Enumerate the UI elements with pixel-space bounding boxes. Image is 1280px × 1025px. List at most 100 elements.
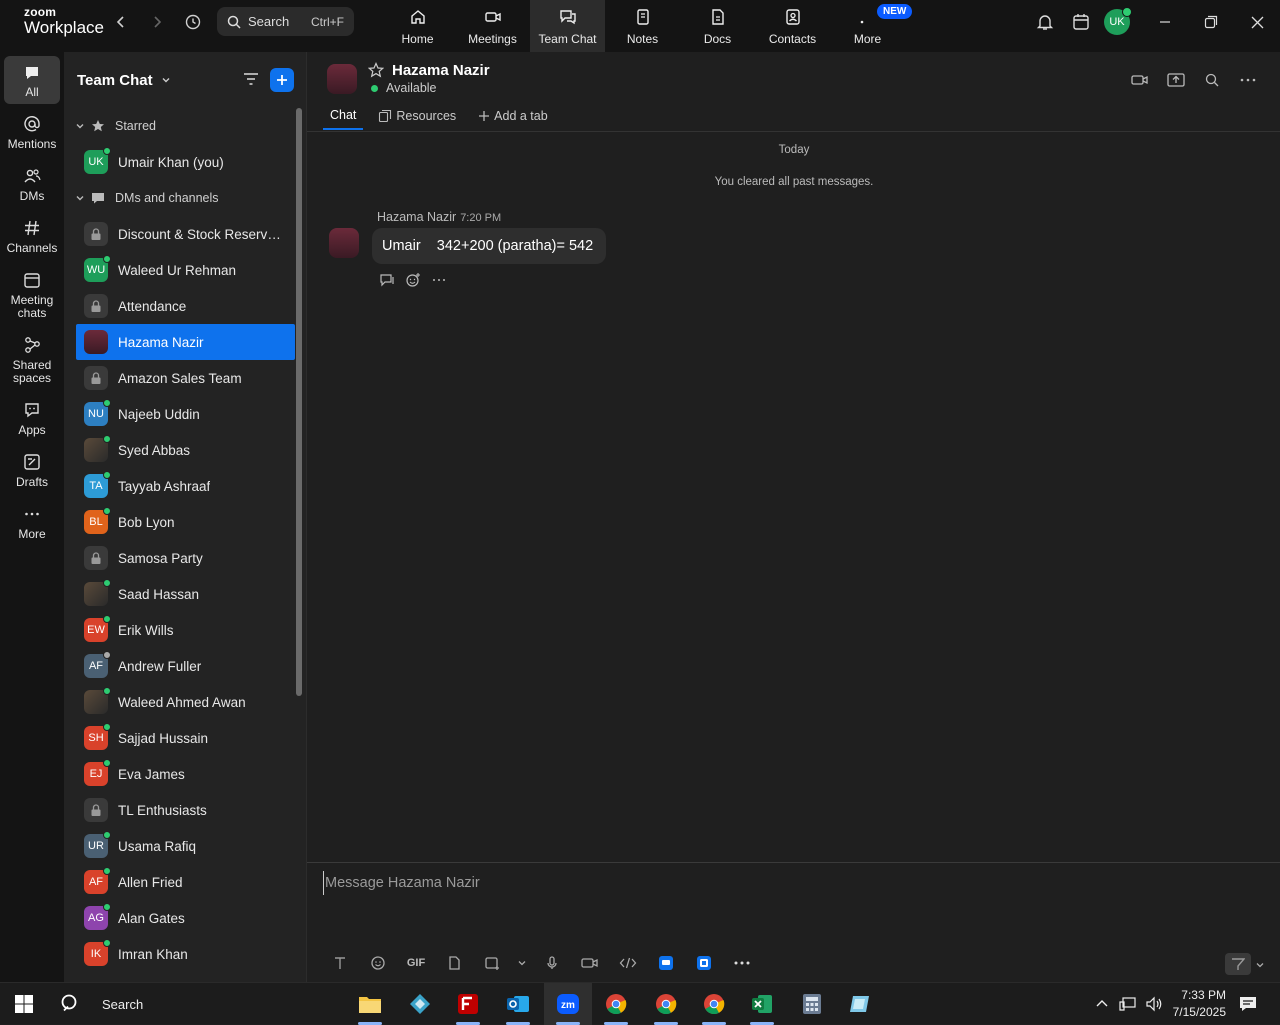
more-options-icon[interactable] — [723, 955, 761, 971]
nav-team-chat[interactable]: Team Chat — [530, 0, 605, 52]
rail-more[interactable]: More — [4, 504, 60, 541]
nav-contacts[interactable]: Contacts — [755, 0, 830, 52]
notification-center-icon[interactable] — [1238, 994, 1258, 1014]
new-chat-button[interactable] — [270, 68, 294, 92]
rail-dms[interactable]: DMs — [4, 166, 60, 203]
avatar[interactable] — [329, 228, 359, 258]
list-item[interactable]: Attendance — [64, 288, 295, 324]
list-item[interactable]: Saad Hassan — [64, 576, 295, 612]
emoji-reaction-icon[interactable] — [405, 272, 421, 288]
tab-add[interactable]: Add a tab — [471, 108, 555, 130]
chevron-down-icon[interactable] — [1255, 960, 1265, 970]
rail-mentions[interactable]: Mentions — [4, 114, 60, 151]
list-item[interactable]: UR Usama Rafiq — [64, 828, 295, 864]
list-item[interactable]: Hazama Nazir — [76, 324, 295, 360]
emoji-icon[interactable] — [359, 955, 397, 971]
chrome-icon[interactable] — [690, 983, 738, 1025]
list-item[interactable]: EJ Eva James — [64, 756, 295, 792]
chrome-icon[interactable] — [592, 983, 640, 1025]
chat-title[interactable]: Hazama Nazir — [392, 62, 490, 79]
list-item[interactable]: SH Sajjad Hussain — [64, 720, 295, 756]
tab-resources[interactable]: Resources — [371, 108, 463, 130]
nav-home[interactable]: Home — [380, 0, 455, 52]
filezilla-icon[interactable] — [444, 983, 492, 1025]
system-clock[interactable]: 7:33 PM 7/15/2025 — [1173, 987, 1226, 1021]
close-icon[interactable] — [1234, 16, 1280, 29]
code-snippet-icon[interactable] — [609, 955, 647, 971]
chevron-down-icon[interactable] — [161, 75, 171, 85]
chevron-down-icon[interactable] — [511, 958, 533, 968]
list-item[interactable]: UK Umair Khan (you) — [64, 144, 295, 180]
dms-section-header[interactable]: DMs and channels — [64, 180, 306, 216]
reply-icon[interactable] — [379, 272, 395, 288]
list-item[interactable]: Waleed Ahmed Awan — [64, 684, 295, 720]
minimize-icon[interactable] — [1142, 16, 1188, 28]
video-call-icon[interactable] — [1130, 70, 1150, 90]
list-item[interactable]: WU Waleed Ur Rehman — [64, 252, 295, 288]
nav-more[interactable]: NEW More — [830, 0, 913, 52]
ellipsis-icon[interactable] — [431, 272, 447, 288]
filter-icon[interactable] — [243, 72, 259, 86]
nav-meetings[interactable]: Meetings — [455, 0, 530, 52]
calculator-icon[interactable] — [788, 983, 836, 1025]
rail-all[interactable]: All — [4, 56, 60, 104]
rail-channels[interactable]: Channels — [4, 218, 60, 255]
share-screen-icon[interactable] — [1166, 70, 1186, 90]
search-bar[interactable]: Search Ctrl+F — [217, 7, 354, 36]
microphone-icon[interactable] — [533, 955, 571, 971]
message-sender[interactable]: Hazama Nazir — [377, 210, 456, 224]
send-button[interactable] — [1225, 953, 1251, 975]
message-input[interactable] — [323, 871, 1223, 895]
user-avatar[interactable]: UK — [1104, 7, 1132, 35]
avatar[interactable] — [327, 64, 357, 94]
sidebar-title[interactable]: Team Chat — [77, 72, 153, 89]
outlook-icon[interactable] — [494, 983, 542, 1025]
star-outline-icon[interactable] — [368, 62, 384, 78]
list-item[interactable]: BL Bob Lyon — [64, 504, 295, 540]
list-item[interactable]: TA Tayyab Ashraaf — [64, 468, 295, 504]
nav-notes[interactable]: Notes — [605, 0, 680, 52]
list-item[interactable]: EW Erik Wills — [64, 612, 295, 648]
chevron-up-icon[interactable] — [1095, 997, 1109, 1011]
app-icon[interactable] — [836, 983, 884, 1025]
list-item[interactable]: Amazon Sales Team — [64, 360, 295, 396]
chrome-icon[interactable] — [642, 983, 690, 1025]
windows-start-icon[interactable] — [14, 994, 34, 1014]
calendar-icon[interactable] — [1071, 12, 1091, 32]
search-icon[interactable] — [1202, 70, 1222, 90]
taskbar-search[interactable]: Search — [54, 983, 143, 1025]
notifications-bell-icon[interactable] — [1035, 12, 1055, 32]
list-item[interactable]: TL Enthusiasts — [64, 792, 295, 828]
volume-icon[interactable] — [1145, 996, 1163, 1012]
network-icon[interactable] — [1119, 996, 1137, 1012]
back-arrow-icon[interactable] — [112, 13, 130, 31]
history-icon[interactable] — [184, 13, 202, 31]
app-integration-icon[interactable] — [647, 955, 685, 971]
app-icon[interactable] — [396, 983, 444, 1025]
list-item[interactable]: IK Imran Khan — [64, 936, 295, 972]
gif-button[interactable]: GIF — [397, 957, 435, 969]
file-explorer-icon[interactable] — [346, 983, 394, 1025]
list-item[interactable]: AF Andrew Fuller — [64, 648, 295, 684]
nav-docs[interactable]: Docs — [680, 0, 755, 52]
forward-arrow-icon[interactable] — [148, 13, 166, 31]
list-item[interactable]: NU Najeeb Uddin — [64, 396, 295, 432]
list-item[interactable]: Samosa Party — [64, 540, 295, 576]
file-icon[interactable] — [435, 955, 473, 971]
screenshot-icon[interactable] — [473, 955, 511, 971]
list-item[interactable]: Discount & Stock Reservati... — [64, 216, 295, 252]
rail-meeting-chats[interactable]: Meeting chats — [4, 270, 60, 320]
list-item[interactable]: Syed Abbas — [64, 432, 295, 468]
list-item[interactable]: AF Allen Fried — [64, 864, 295, 900]
text-format-icon[interactable] — [321, 955, 359, 971]
rail-shared-spaces[interactable]: Shared spaces — [4, 335, 60, 385]
rail-drafts[interactable]: Drafts — [4, 452, 60, 489]
zoom-taskbar-icon[interactable]: zm — [544, 983, 592, 1025]
app-integration-icon[interactable] — [685, 955, 723, 971]
restore-icon[interactable] — [1188, 15, 1234, 29]
starred-section-header[interactable]: Starred — [64, 108, 306, 144]
message-bubble[interactable]: Umair 342+200 (paratha)= 542 — [372, 228, 607, 264]
list-item[interactable]: AG Alan Gates — [64, 900, 295, 936]
video-message-icon[interactable] — [571, 955, 609, 971]
rail-apps[interactable]: Apps — [4, 400, 60, 437]
